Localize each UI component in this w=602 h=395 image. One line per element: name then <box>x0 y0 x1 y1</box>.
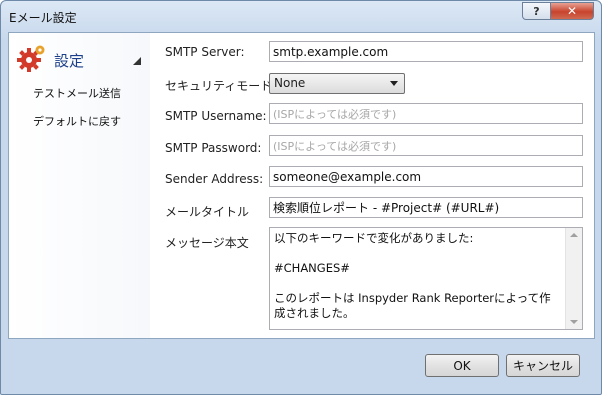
security-mode-select[interactable]: None <box>269 73 405 94</box>
sender-address-label: Sender Address: <box>165 172 264 186</box>
settings-form: SMTP Server: セキュリティモード None SMTP Usernam… <box>150 33 594 338</box>
message-body-label: メッセージ本文 <box>165 236 249 250</box>
smtp-username-input[interactable] <box>269 103 583 124</box>
security-mode-value: None <box>274 76 306 90</box>
smtp-password-input[interactable] <box>269 135 583 156</box>
sidebar-item-send-test-mail[interactable]: テストメール送信 <box>33 85 121 101</box>
cancel-button[interactable]: キャンセル <box>506 354 580 377</box>
window-title: Eメール設定 <box>9 11 77 25</box>
dialog-body: 設定 テストメール送信 デフォルトに戻す SMTP Server: セキュリティ… <box>8 32 595 339</box>
sidebar-item-settings[interactable]: 設定 <box>17 43 141 73</box>
message-body-text: 以下のキーワードで変化がありました: #CHANGES# このレポートは Ins… <box>274 231 551 320</box>
smtp-server-label: SMTP Server: <box>165 45 245 59</box>
mail-title-label: メールタイトル <box>165 205 250 219</box>
smtp-username-label: SMTP Username: <box>165 109 267 123</box>
sender-address-input[interactable] <box>269 166 583 187</box>
help-button[interactable]: ? <box>522 2 551 20</box>
smtp-server-input[interactable] <box>269 41 583 62</box>
email-settings-dialog: Eメール設定 ? ✕ 設定 テストメール送信 デフォルトに戻す SMTP Ser… <box>0 0 602 395</box>
close-button[interactable]: ✕ <box>550 2 594 20</box>
selected-indicator-icon <box>133 57 141 65</box>
ok-button[interactable]: OK <box>425 354 499 377</box>
title-bar[interactable]: Eメール設定 ? ✕ <box>1 1 601 32</box>
message-body-scrollbar[interactable] <box>565 228 582 329</box>
chevron-down-icon <box>390 81 398 86</box>
sidebar-item-reset-defaults[interactable]: デフォルトに戻す <box>33 113 121 129</box>
message-body-textarea[interactable]: 以下のキーワードで変化がありました: #CHANGES# このレポートは Ins… <box>269 227 583 330</box>
smtp-password-label: SMTP Password: <box>165 141 262 155</box>
sidebar: 設定 テストメール送信 デフォルトに戻す <box>9 33 150 338</box>
sidebar-item-label: 設定 <box>54 52 85 70</box>
gear-icon <box>17 45 45 72</box>
scroll-up-icon[interactable] <box>570 233 578 237</box>
security-mode-label: セキュリティモード <box>165 79 273 93</box>
scroll-down-icon[interactable] <box>570 320 578 324</box>
mail-title-input[interactable] <box>269 197 583 218</box>
